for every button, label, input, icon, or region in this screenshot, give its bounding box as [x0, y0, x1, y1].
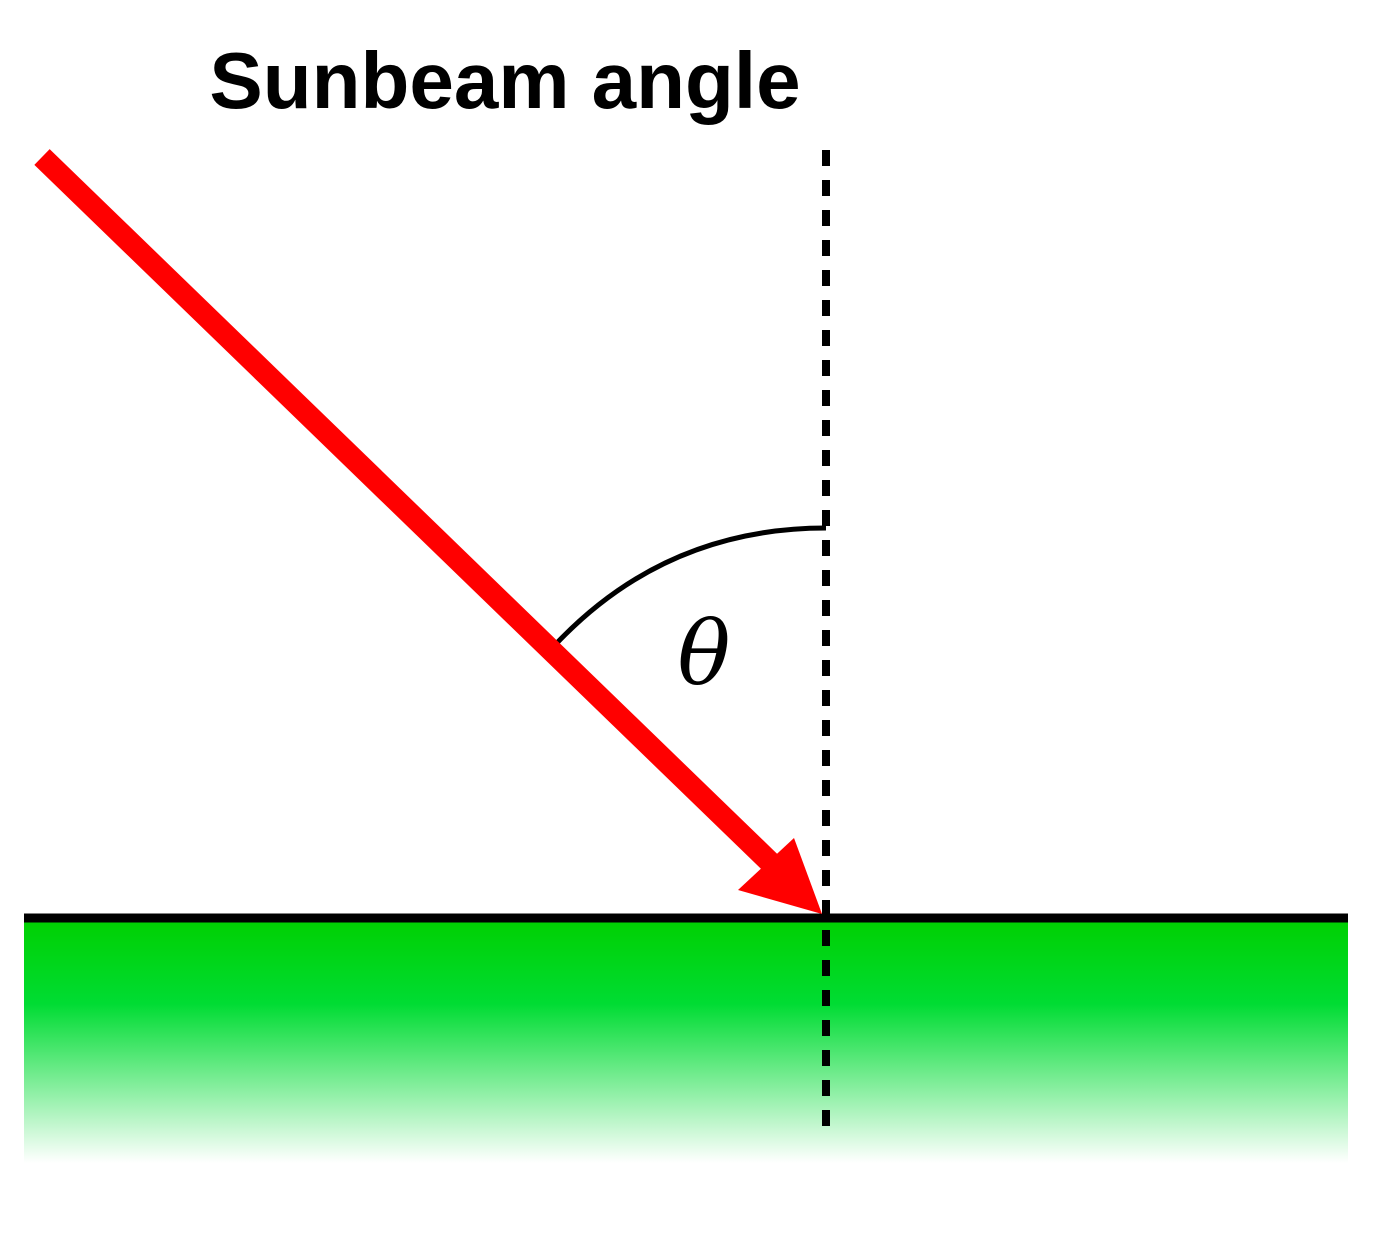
diagram-title: Sunbeam angle: [209, 36, 800, 125]
sunbeam-arrow-shaft: [34, 149, 786, 878]
angle-label: θ: [678, 602, 731, 705]
ground-fill: [24, 918, 1348, 1163]
sunbeam-angle-diagram: θ Sunbeam angle: [24, 36, 1348, 1163]
